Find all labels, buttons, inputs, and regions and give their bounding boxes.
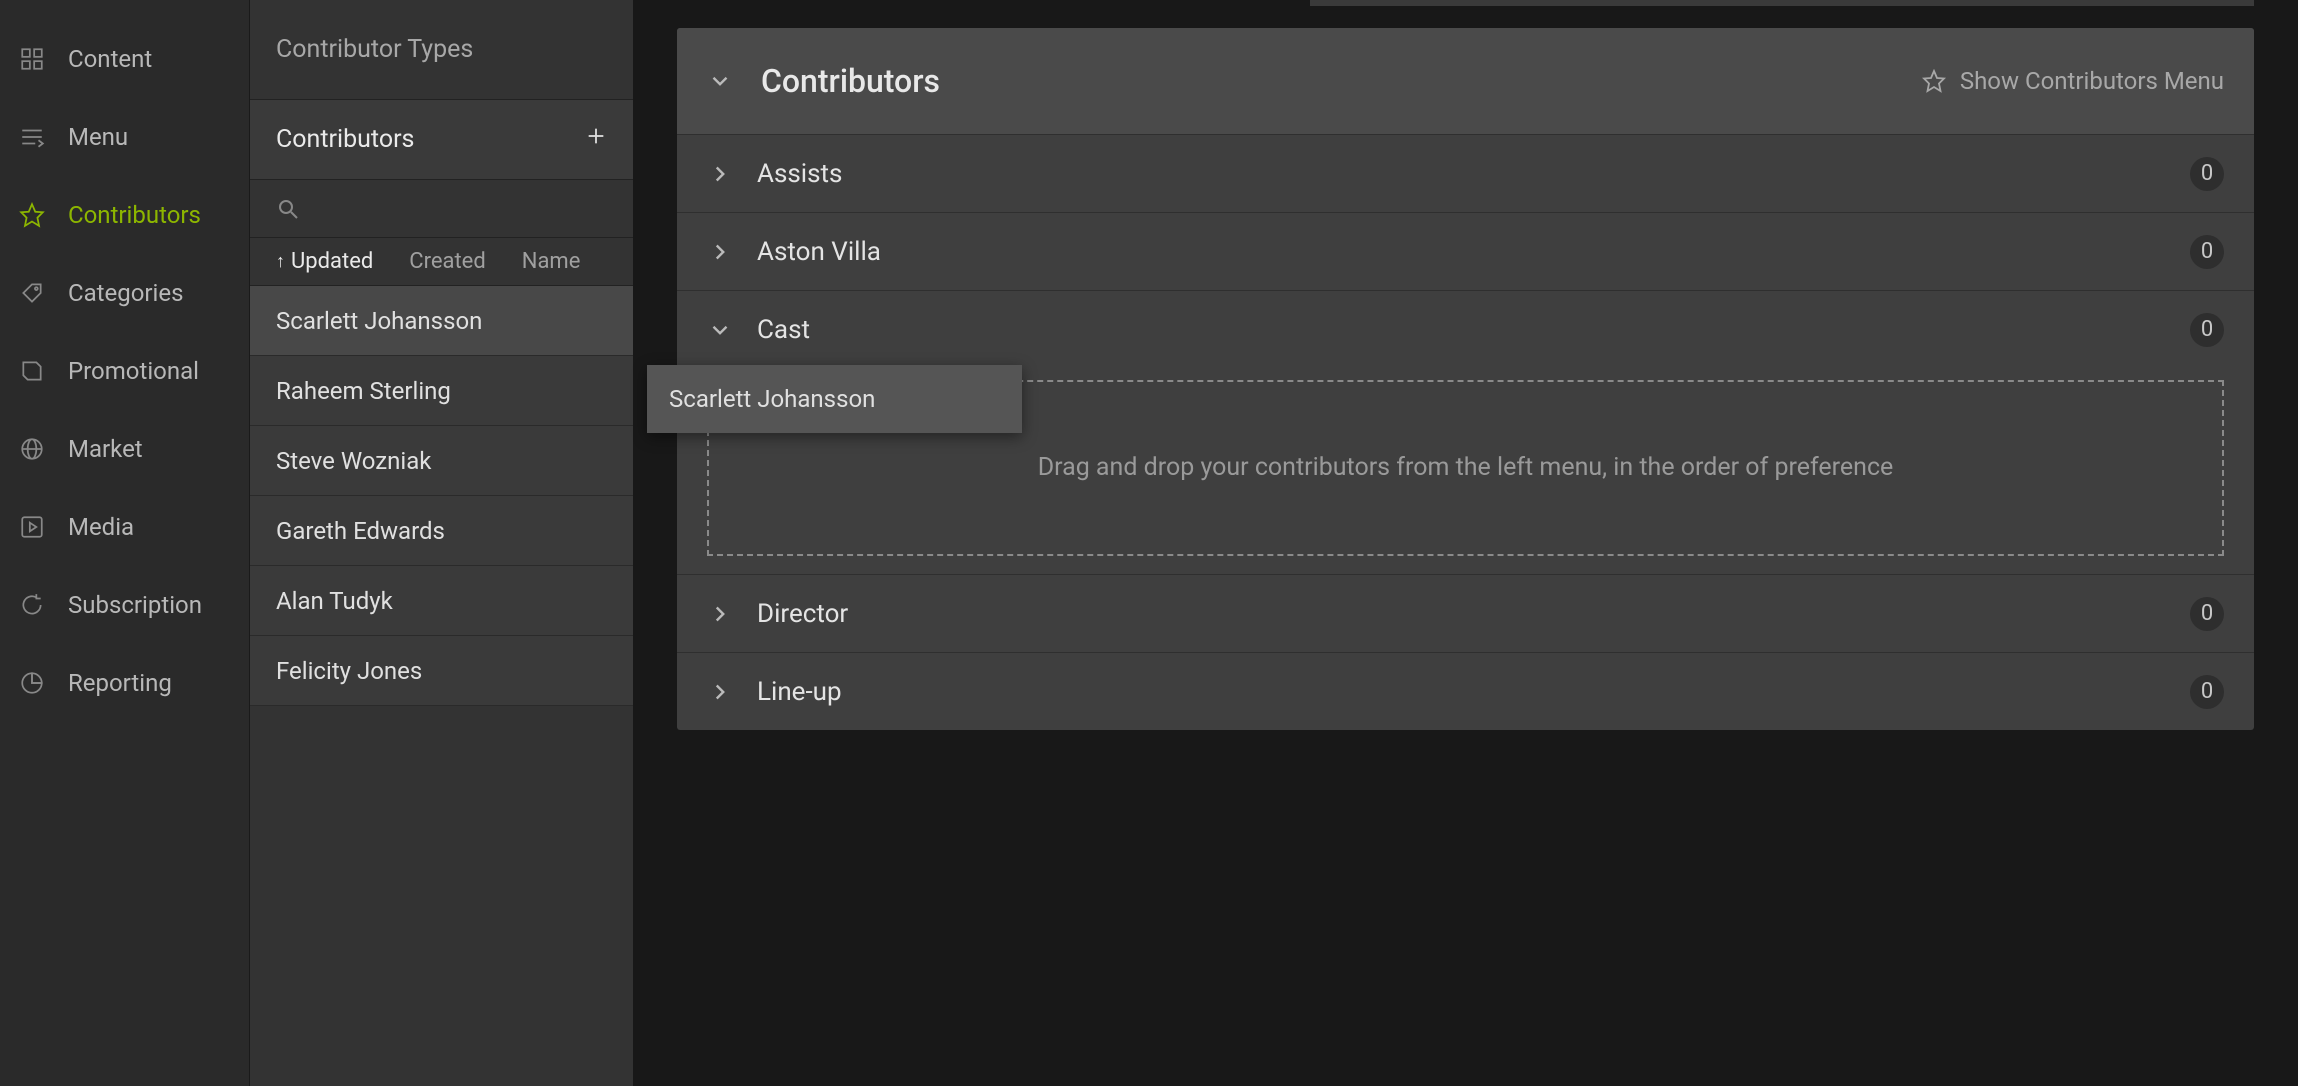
person-name: Scarlett Johansson: [276, 307, 482, 335]
group-row-aston-villa[interactable]: Aston Villa 0: [677, 212, 2254, 290]
chevron-down-icon: [707, 317, 733, 343]
count-badge: 0: [2190, 313, 2224, 347]
group-title: Aston Villa: [757, 237, 881, 267]
refresh-icon: [18, 591, 46, 619]
group-title: Line-up: [757, 677, 842, 707]
nav-label: Menu: [68, 123, 128, 151]
card-header: Contributors Show Contributors Menu: [677, 28, 2254, 134]
play-square-icon: [18, 513, 46, 541]
search-input[interactable]: [250, 180, 633, 238]
list-item[interactable]: Steve Wozniak: [250, 426, 633, 496]
nav-item-subscription[interactable]: Subscription: [0, 566, 249, 644]
nav-label: Media: [68, 513, 134, 541]
nav-item-media[interactable]: Media: [0, 488, 249, 566]
nav-item-categories[interactable]: Categories: [0, 254, 249, 332]
section-label: Contributors: [276, 125, 414, 154]
person-name: Raheem Sterling: [276, 377, 451, 405]
nav-item-reporting[interactable]: Reporting: [0, 644, 249, 722]
nav-label: Content: [68, 45, 152, 73]
list-item[interactable]: Alan Tudyk: [250, 566, 633, 636]
sort-label: Created: [409, 249, 485, 274]
count-badge: 0: [2190, 597, 2224, 631]
person-name: Felicity Jones: [276, 657, 422, 685]
nav-label: Reporting: [68, 669, 172, 697]
nav-item-content[interactable]: Content: [0, 20, 249, 98]
contributors-section-header[interactable]: Contributors: [250, 100, 633, 180]
menu-icon: [18, 123, 46, 151]
tag-icon: [18, 279, 46, 307]
group-title: Cast: [757, 315, 810, 345]
sort-header: ↑ Updated Created Name: [250, 238, 633, 286]
list-item[interactable]: Gareth Edwards: [250, 496, 633, 566]
pie-chart-icon: [18, 669, 46, 697]
group-row-director[interactable]: Director 0: [677, 574, 2254, 652]
search-icon: [276, 197, 300, 221]
nav-item-contributors[interactable]: Contributors: [0, 176, 249, 254]
sort-label: Name: [522, 249, 581, 274]
chevron-right-icon: [707, 239, 733, 265]
secondary-panel: Contributor Types Contributors ↑ Updated…: [250, 0, 633, 1086]
show-menu-label: Show Contributors Menu: [1960, 67, 2224, 95]
panel-title-text: Contributor Types: [276, 35, 473, 64]
person-name: Alan Tudyk: [276, 587, 393, 615]
count-badge: 0: [2190, 675, 2224, 709]
nav-label: Market: [68, 435, 143, 463]
nav-label: Categories: [68, 279, 184, 307]
group-row-cast[interactable]: Cast 0: [677, 290, 2254, 368]
nav-item-promotional[interactable]: Promotional: [0, 332, 249, 410]
drag-ghost-label: Scarlett Johansson: [669, 385, 875, 413]
chevron-right-icon: [707, 679, 733, 705]
chevron-right-icon: [707, 161, 733, 187]
nav-label: Contributors: [68, 201, 201, 229]
sort-arrow-up-icon: ↑: [276, 251, 285, 272]
decor-strip: [1310, 0, 2254, 6]
nav-item-market[interactable]: Market: [0, 410, 249, 488]
chevron-right-icon: [707, 601, 733, 627]
star-outline-icon: [1922, 69, 1946, 93]
globe-icon: [18, 435, 46, 463]
list-item[interactable]: Felicity Jones: [250, 636, 633, 706]
nav-label: Promotional: [68, 357, 199, 385]
group-title: Director: [757, 599, 848, 629]
person-name: Gareth Edwards: [276, 517, 445, 545]
card-title: Contributors: [761, 62, 940, 100]
group-row-line-up[interactable]: Line-up 0: [677, 652, 2254, 730]
chevron-down-icon[interactable]: [707, 68, 733, 94]
grid-icon: [18, 45, 46, 73]
drag-ghost[interactable]: Scarlett Johansson: [647, 365, 1022, 433]
sort-label: Updated: [291, 249, 373, 274]
count-badge: 0: [2190, 157, 2224, 191]
sort-name[interactable]: Name: [522, 249, 581, 274]
nav-label: Subscription: [68, 591, 202, 619]
plus-icon[interactable]: [585, 125, 607, 154]
sort-updated[interactable]: ↑ Updated: [276, 249, 373, 274]
nav-item-menu[interactable]: Menu: [0, 98, 249, 176]
dropzone-text: Drag and drop your contributors from the…: [1038, 451, 1894, 485]
list-item[interactable]: Scarlett Johansson: [250, 286, 633, 356]
primary-sidebar: Content Menu Contributors Categories Pro…: [0, 0, 250, 1086]
ticket-icon: [18, 357, 46, 385]
sort-created[interactable]: Created: [409, 249, 485, 274]
group-title: Assists: [757, 159, 842, 189]
star-icon: [18, 201, 46, 229]
list-item[interactable]: Raheem Sterling: [250, 356, 633, 426]
person-name: Steve Wozniak: [276, 447, 431, 475]
main-area: Contributors Show Contributors Menu Assi…: [633, 0, 2298, 1086]
panel-title: Contributor Types: [250, 0, 633, 100]
count-badge: 0: [2190, 235, 2224, 269]
show-contributors-menu-button[interactable]: Show Contributors Menu: [1922, 67, 2224, 95]
group-row-assists[interactable]: Assists 0: [677, 134, 2254, 212]
